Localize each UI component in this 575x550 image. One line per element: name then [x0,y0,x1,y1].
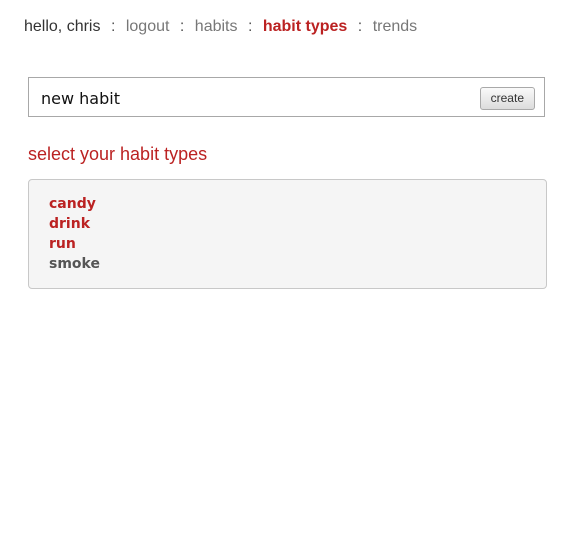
habit-type-smoke[interactable]: smoke [49,254,100,274]
nav-link-logout[interactable]: logout [126,18,170,35]
top-nav: hello, chris : logout : habits : habit t… [24,17,417,37]
nav-separator: : [247,18,253,35]
nav-separator: : [110,18,116,35]
habit-type-candy[interactable]: candy [49,194,100,214]
nav-link-habit-types[interactable]: habit types [263,18,347,35]
nav-link-habits[interactable]: habits [195,18,238,35]
habit-type-run[interactable]: run [49,234,100,254]
nav-separator: : [357,18,363,35]
section-title: select your habit types [28,144,208,164]
nav-separator: : [179,18,185,35]
user-greeting: hello, chris [24,18,101,35]
habit-types-list: candy drink run smoke [49,194,100,274]
nav-link-trends[interactable]: trends [373,18,417,35]
create-button[interactable]: create [479,87,535,110]
new-habit-input[interactable] [41,87,461,109]
new-habit-form: create [28,77,545,117]
habit-types-panel: candy drink run smoke [28,179,547,289]
habit-type-drink[interactable]: drink [49,214,100,234]
